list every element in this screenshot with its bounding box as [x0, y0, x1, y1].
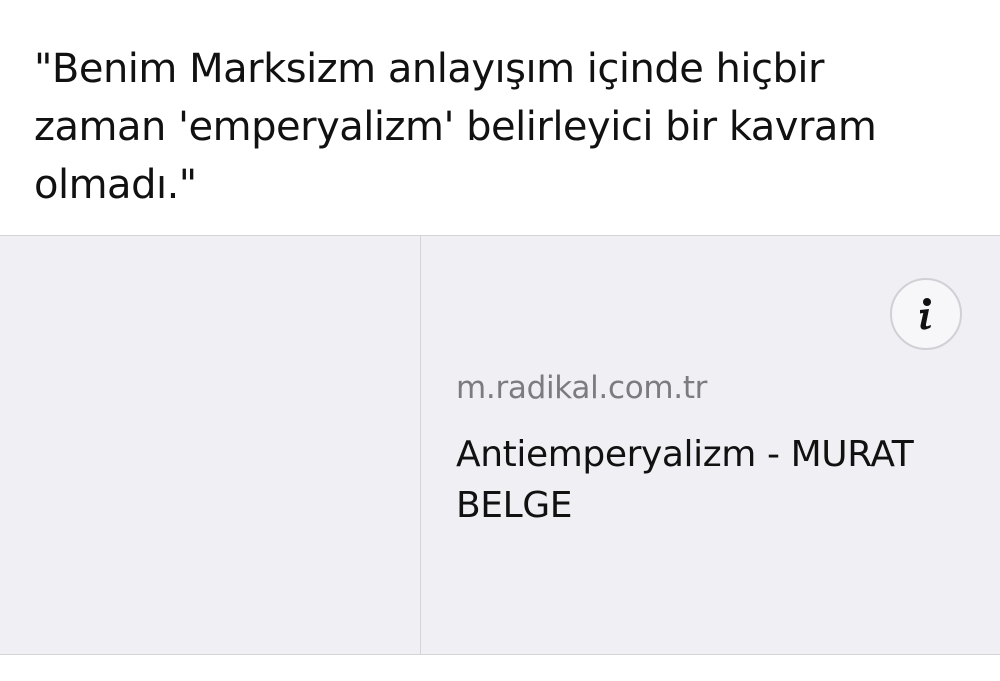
link-title[interactable]: Antiemperyalizm - MURAT BELGE — [456, 429, 976, 531]
link-domain: m.radikal.com.tr — [456, 370, 708, 406]
info-button[interactable] — [890, 278, 962, 350]
info-icon — [920, 298, 931, 330]
message-text: "Benim Marksizm anlayışım içinde hiçbir … — [34, 46, 877, 208]
bottom-spacer — [0, 655, 1000, 681]
link-preview-thumbnail[interactable] — [0, 236, 421, 654]
link-preview-card[interactable]: m.radikal.com.tr Antiemperyalizm - MURAT… — [0, 235, 1000, 655]
